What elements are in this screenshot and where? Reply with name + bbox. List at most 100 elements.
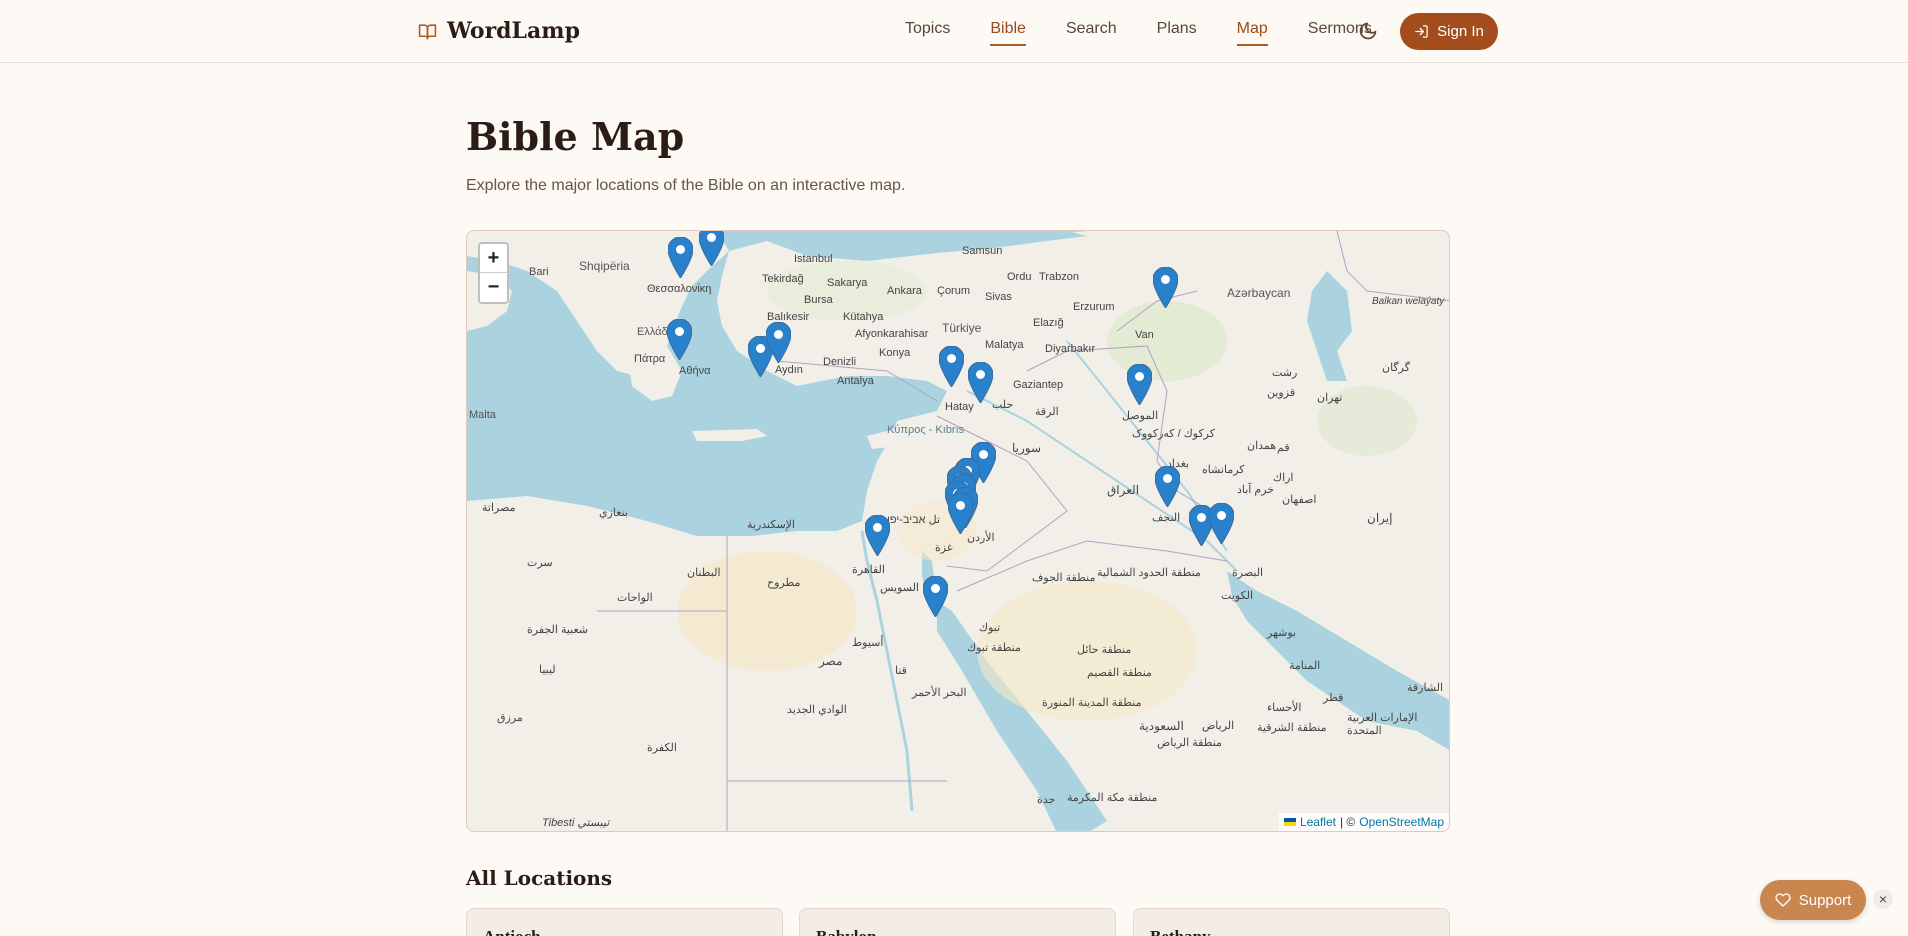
map-label: سوريا [1012, 441, 1042, 455]
map-label: مطروح [767, 577, 801, 589]
map-label: Trabzon [1039, 271, 1079, 283]
map-marker[interactable] [968, 362, 993, 403]
map-label: Sivas [985, 291, 1012, 303]
map-marker[interactable] [668, 237, 693, 278]
map-label: مصر [819, 654, 843, 668]
map-label: غزة [935, 542, 953, 554]
ukraine-flag-icon [1283, 818, 1296, 826]
map-label: تل אביב-יפו [887, 514, 941, 526]
map-marker[interactable] [948, 493, 973, 534]
attribution-separator: | © [1339, 815, 1356, 829]
map-label: Istanbul [794, 253, 833, 265]
book-open-icon [418, 23, 437, 39]
openstreetmap-link[interactable]: OpenStreetMap [1359, 815, 1444, 829]
map-label: كرمانشاه [1202, 464, 1245, 476]
map-label: Malta [469, 409, 496, 421]
map-label: منطقة القصيم [1087, 667, 1152, 679]
map-marker[interactable] [1155, 466, 1180, 507]
map-label: Malatya [985, 339, 1024, 351]
map-label: Türkiye [942, 321, 982, 335]
map-label: القاهرة [852, 564, 885, 576]
leaflet-link[interactable]: Leaflet [1300, 815, 1336, 829]
zoom-control: + − [478, 242, 509, 304]
map-attribution: Leaflet | © OpenStreetMap [1278, 813, 1449, 831]
map-label: الوادي الجديد [787, 704, 847, 716]
brand-logo[interactable]: WordLamp [418, 18, 580, 44]
map-label: Balkan welaýaty [1372, 296, 1445, 307]
map-label: خرم آباد [1237, 484, 1275, 496]
map-label: شعبية الجفرة [527, 624, 589, 636]
map-marker[interactable] [865, 515, 890, 556]
map-label: Πάτρα [634, 353, 666, 365]
map-marker[interactable] [1127, 364, 1152, 405]
map-label: جدة [1037, 794, 1056, 806]
map-label: منطقة الحدود الشمالية [1097, 567, 1201, 579]
zoom-in-button[interactable]: + [480, 244, 507, 273]
site-header: WordLamp Topics Bible Search Plans Map S… [0, 0, 1908, 63]
map-label: الإسكندرية [747, 519, 795, 531]
map-marker[interactable] [667, 319, 692, 360]
map-label: Denizli [823, 356, 857, 368]
support-button[interactable]: Support [1760, 880, 1866, 920]
map-label: Ordu [1007, 271, 1032, 283]
map-label: همدان [1247, 440, 1277, 452]
location-card[interactable]: Bethany [1133, 908, 1450, 936]
map-label: رشت [1272, 367, 1298, 379]
map-label: منطقة المدينة المنورة [1042, 697, 1142, 709]
map-label: الكويت [1221, 590, 1254, 602]
map-label: Van [1135, 329, 1154, 341]
heart-icon [1775, 893, 1791, 907]
sign-in-label: Sign In [1437, 23, 1484, 40]
nav-search[interactable]: Search [1066, 20, 1117, 46]
map-label: كركوك / کەرکووک [1132, 428, 1215, 440]
map-marker[interactable] [923, 576, 948, 617]
nav-map[interactable]: Map [1236, 20, 1268, 46]
map-label: Antalya [837, 375, 874, 387]
map-label: Bari [529, 266, 549, 278]
map-label: Shqipëria [579, 259, 630, 273]
map-label: Aydın [775, 364, 803, 376]
location-name: Babylon [816, 927, 1099, 936]
map-label: العراق [1107, 483, 1140, 497]
map-label: اصفهان [1282, 494, 1317, 506]
map-label: Erzurum [1073, 301, 1115, 313]
location-card[interactable]: Babylon [799, 908, 1116, 936]
map-marker[interactable] [939, 346, 964, 387]
map-label: السويس [880, 582, 919, 594]
map-label: Κύπρος - Kıbrıs [887, 424, 965, 436]
bible-map[interactable]: Shqipëria Bari Ελλάδα Πάτρα Αθήνα Θεσσαλ… [466, 230, 1450, 832]
map-marker[interactable] [766, 322, 791, 363]
location-name: Antioch [483, 927, 766, 936]
main-nav: Topics Bible Search Plans Map Sermons [905, 20, 1412, 46]
map-label: Azərbaycan [1227, 286, 1291, 300]
close-support-button[interactable]: × [1873, 889, 1893, 909]
support-label: Support [1798, 891, 1852, 909]
map-label: البحر الأحمر [912, 687, 967, 699]
map-label: المنامة [1289, 660, 1321, 672]
map-label: Gaziantep [1013, 379, 1064, 391]
map-label: السعودية [1139, 719, 1184, 733]
map-label: Ankara [887, 285, 922, 297]
nav-plans[interactable]: Plans [1157, 20, 1197, 46]
map-label: منطقة مكة المكرمة [1067, 792, 1158, 804]
map-marker[interactable] [1209, 503, 1234, 544]
zoom-out-button[interactable]: − [480, 273, 507, 302]
location-card[interactable]: Antioch [466, 908, 783, 936]
log-in-icon [1415, 25, 1428, 38]
brand-name: WordLamp [447, 18, 580, 44]
sign-in-button[interactable]: Sign In [1400, 13, 1498, 50]
theme-toggle-button[interactable] [1358, 21, 1378, 41]
map-label: Çorum [937, 285, 971, 297]
map-label: مصراتة [482, 502, 516, 514]
map-label: البطنان [687, 567, 721, 579]
nav-bible[interactable]: Bible [990, 20, 1026, 46]
map-label: قم [1277, 442, 1290, 454]
map-label: حلب [992, 399, 1014, 411]
map-marker[interactable] [1153, 267, 1178, 308]
map-label: النجف [1152, 512, 1181, 524]
map-label: Kütahya [843, 311, 884, 323]
map-label: ليبيا [539, 664, 556, 676]
nav-topics[interactable]: Topics [905, 20, 950, 46]
map-marker[interactable] [699, 231, 724, 266]
map-label: الإمارات العربية المتحدة [1347, 712, 1418, 737]
